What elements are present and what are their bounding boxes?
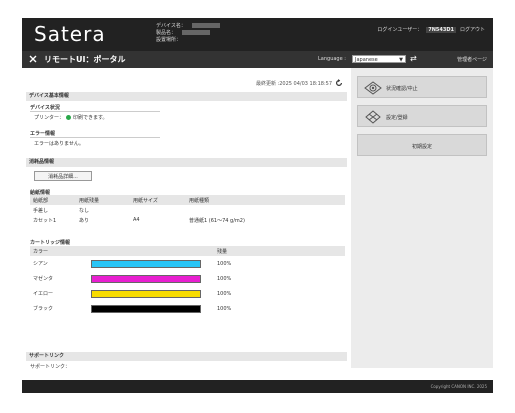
eye-icon bbox=[364, 81, 382, 95]
remote-ui-window: Satera デバイス名： 製品名： 設置場所： ログインユーザー： 7N543… bbox=[22, 18, 493, 393]
table-row: マゼンタ 100% bbox=[30, 271, 345, 286]
section-consumables: 消耗品情報 bbox=[26, 158, 347, 167]
initial-settings-button[interactable]: 初期設定 bbox=[357, 134, 487, 156]
cartridge-level-bar bbox=[88, 256, 214, 271]
cell bbox=[130, 205, 186, 215]
printer-status-row: プリンター： 印刷できます。 bbox=[34, 114, 108, 121]
footer-bar: Copyright CANON INC. 2025 bbox=[22, 380, 493, 393]
login-user-name: 7N543D1 bbox=[426, 26, 456, 33]
chevron-down-icon: ▼ bbox=[399, 57, 403, 63]
cell: 手差し bbox=[33, 207, 49, 214]
device-info: デバイス名： 製品名： 設置場所： bbox=[156, 23, 220, 44]
cartridge-name: イエロー bbox=[33, 291, 53, 297]
col-header: 給紙部 bbox=[30, 195, 76, 205]
cartridge-info-title: カートリッジ情報 bbox=[30, 240, 71, 246]
yellow-bar bbox=[91, 289, 201, 298]
consumables-detail-button[interactable]: 消耗品詳細... bbox=[34, 171, 92, 181]
device-name-label: デバイス名： bbox=[156, 23, 186, 29]
cartridge-level: 100% bbox=[217, 290, 232, 297]
divider bbox=[30, 137, 160, 138]
paper-table-header: 給紙部 用紙残量 用紙サイズ 用紙種類 bbox=[30, 195, 345, 205]
user-box: ログインユーザー： 7N543D1 ログアウト bbox=[377, 26, 485, 33]
support-link-text: サポートリンク： bbox=[30, 364, 71, 370]
table-row: シアン 100% bbox=[30, 256, 345, 271]
printer-status: 印刷できます。 bbox=[73, 115, 108, 121]
section-support: サポートリンク bbox=[26, 352, 347, 361]
apply-language-icon[interactable]: ⇄ bbox=[410, 54, 417, 63]
copyright: Copyright CANON INC. 2025 bbox=[430, 384, 487, 389]
col-header: 用紙サイズ bbox=[130, 195, 186, 205]
mgmt-page-link[interactable]: 管理者ページ bbox=[457, 56, 487, 63]
cartridge-level: 100% bbox=[217, 305, 232, 312]
cartridge-table-header: カラー 残量 bbox=[30, 246, 345, 256]
side-panel: 状況確認/中止 設定/登録 初期設定 bbox=[351, 68, 493, 368]
cartridge-level-bar bbox=[88, 271, 214, 286]
language-label: Language : bbox=[318, 56, 346, 62]
device-status-title: デバイス状況 bbox=[30, 105, 60, 111]
last-updated-text: 最終更新 :2025 04/03 18:18:57 bbox=[255, 80, 332, 87]
last-updated: 最終更新 :2025 04/03 18:18:57 bbox=[256, 79, 343, 87]
cartridge-name: シアン bbox=[33, 261, 48, 267]
col-header bbox=[88, 246, 214, 256]
table-row: 手差し なし bbox=[30, 205, 345, 215]
initial-settings-label: 初期設定 bbox=[411, 144, 432, 150]
cell bbox=[186, 205, 345, 215]
cell: A4 bbox=[133, 217, 140, 223]
magenta-bar bbox=[91, 274, 201, 283]
error-title: エラー情報 bbox=[30, 131, 56, 137]
table-row: イエロー 100% bbox=[30, 286, 345, 301]
login-user-label: ログインユーザー： bbox=[377, 27, 423, 33]
main-panel: 最終更新 :2025 04/03 18:18:57 デバイス基本情報 デバイス状… bbox=[22, 68, 351, 370]
satera-logo: Satera bbox=[34, 22, 106, 46]
cartridge-level-bar bbox=[88, 301, 214, 316]
paper-table: 給紙部 用紙残量 用紙サイズ 用紙種類 手差し なし カセット1 あり A4 普… bbox=[30, 195, 345, 225]
title-bar: リモートUI：ポータル Language : Japanese ▼ ⇄ 管理者ペ… bbox=[22, 51, 493, 68]
cartridge-table: カラー 残量 シアン 100% マゼンタ 100% イエロー 100% ブラック bbox=[30, 246, 345, 316]
col-header: カラー bbox=[30, 246, 88, 256]
settings-label: 設定/登録 bbox=[386, 115, 408, 121]
col-header: 用紙残量 bbox=[76, 195, 130, 205]
cell: なし bbox=[79, 207, 90, 214]
cyan-bar bbox=[91, 259, 201, 268]
language-value: Japanese bbox=[355, 57, 378, 63]
product-name-value bbox=[182, 30, 211, 35]
settings-icon bbox=[365, 110, 381, 124]
cartridge-level-bar bbox=[88, 286, 214, 301]
status-monitor-label: 状況確認/中止 bbox=[386, 86, 418, 92]
settings-button[interactable]: 設定/登録 bbox=[357, 105, 487, 127]
refresh-icon[interactable] bbox=[335, 79, 343, 87]
table-row: カセット1 あり A4 普通紙1 (61～74 g/m2) bbox=[30, 215, 345, 225]
header-bar: Satera デバイス名： 製品名： 設置場所： ログインユーザー： 7N543… bbox=[22, 18, 493, 51]
table-row: ブラック 100% bbox=[30, 301, 345, 316]
cell: あり bbox=[79, 217, 90, 224]
portal-icon bbox=[29, 55, 37, 63]
printer-label: プリンター： bbox=[34, 115, 65, 121]
divider bbox=[30, 111, 160, 112]
language-select[interactable]: Japanese ▼ bbox=[352, 55, 406, 63]
location-label: 設置場所： bbox=[156, 37, 182, 43]
status-ok-icon bbox=[66, 115, 72, 120]
cell: 普通紙1 (61～74 g/m2) bbox=[189, 217, 245, 224]
product-name-label: 製品名： bbox=[156, 30, 177, 36]
logout-link[interactable]: ログアウト bbox=[460, 26, 485, 33]
col-header: 残量 bbox=[214, 246, 345, 256]
col-header: 用紙種類 bbox=[186, 195, 345, 205]
page-title: リモートUI：ポータル bbox=[44, 55, 126, 64]
section-device-basic: デバイス基本情報 bbox=[26, 92, 347, 101]
cartridge-level: 100% bbox=[217, 275, 232, 282]
cartridge-name: マゼンタ bbox=[33, 276, 54, 282]
black-bar bbox=[91, 304, 201, 313]
error-text: エラーはありません。 bbox=[34, 141, 84, 147]
cartridge-name: ブラック bbox=[33, 306, 54, 312]
cartridge-level: 100% bbox=[217, 260, 232, 267]
status-monitor-button[interactable]: 状況確認/中止 bbox=[357, 76, 487, 98]
device-name-value bbox=[191, 23, 220, 28]
cell: カセット1 bbox=[33, 217, 57, 224]
